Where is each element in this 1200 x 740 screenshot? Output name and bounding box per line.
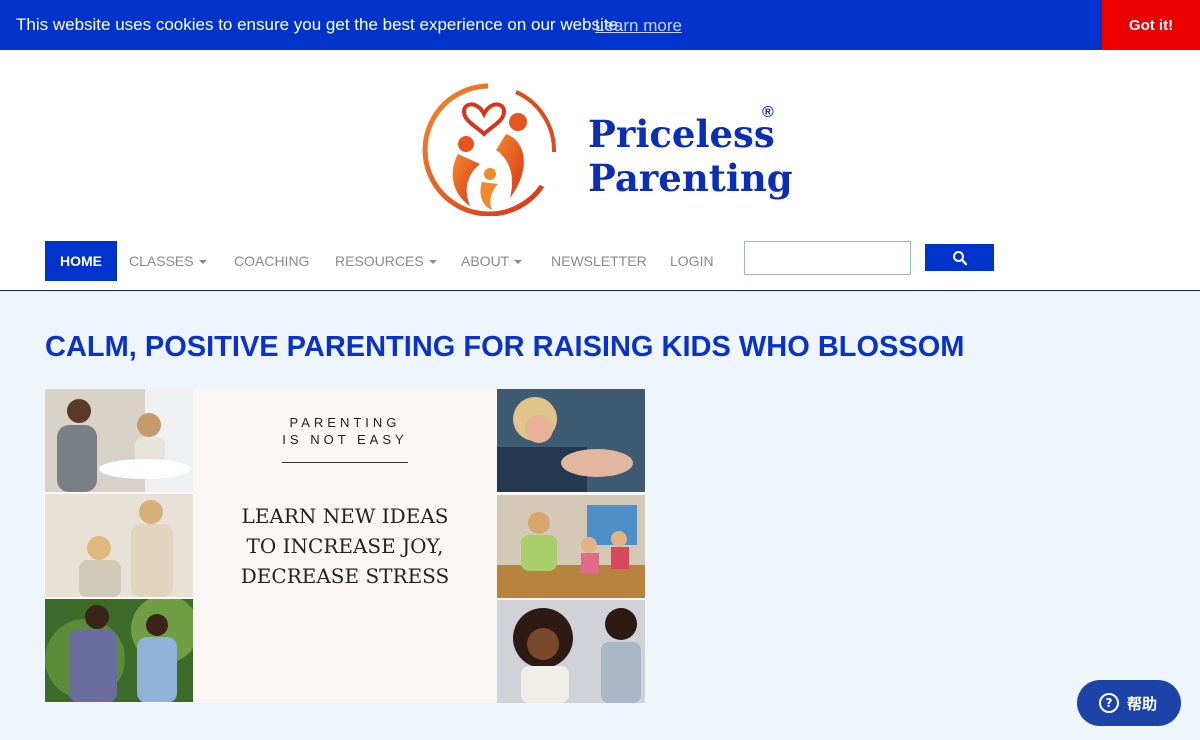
nav-resources-label: RESOURCES bbox=[335, 253, 424, 269]
nav-coaching[interactable]: COACHING bbox=[234, 241, 309, 281]
nav-login-label: LOGIN bbox=[670, 253, 714, 269]
caret-down-icon bbox=[514, 260, 523, 265]
logo-line-2: Parenting bbox=[588, 156, 793, 200]
photo-crying-child bbox=[497, 389, 645, 492]
nav-newsletter-label: NEWSLETTER bbox=[551, 253, 647, 269]
caret-down-icon bbox=[198, 260, 207, 265]
search-button[interactable] bbox=[925, 244, 994, 271]
main-content: CALM, POSITIVE PARENTING FOR RAISING KID… bbox=[0, 291, 1200, 740]
main-navigation: HOME CLASSES COACHING RESOURCES ABOUT NE… bbox=[0, 236, 1200, 291]
nav-home[interactable]: HOME bbox=[45, 241, 117, 281]
photo-mother-scolding-girl bbox=[45, 494, 193, 597]
logo-wordmark: Priceless Parenting bbox=[588, 112, 793, 200]
search-icon bbox=[952, 250, 967, 265]
accept-cookies-button[interactable]: Got it! bbox=[1102, 0, 1200, 50]
registered-mark: ® bbox=[762, 104, 774, 121]
nav-newsletter[interactable]: NEWSLETTER bbox=[551, 241, 647, 281]
caret-down-icon bbox=[428, 260, 437, 265]
banner-kicker-line-2: IS NOT EASY bbox=[282, 432, 408, 447]
cookie-message: This website uses cookies to ensure you … bbox=[16, 15, 623, 34]
nav-home-label: HOME bbox=[60, 253, 102, 269]
banner-text-panel: PARENTING IS NOT EASY LEARN NEW IDEAS TO… bbox=[193, 389, 497, 703]
help-button[interactable]: ? 帮助 bbox=[1077, 680, 1181, 726]
nav-classes-label: CLASSES bbox=[129, 253, 194, 269]
banner-tagline-line-2: TO INCREASE JOY, bbox=[246, 534, 444, 558]
banner-tagline-line-1: LEARN NEW IDEAS bbox=[241, 504, 449, 528]
help-label: 帮助 bbox=[1127, 695, 1158, 713]
photo-father-and-son bbox=[45, 599, 193, 702]
help-question-icon: ? bbox=[1099, 693, 1119, 713]
search-input[interactable] bbox=[744, 241, 911, 275]
nav-login[interactable]: LOGIN bbox=[670, 241, 714, 281]
hero-banner-image: PARENTING IS NOT EASY LEARN NEW IDEAS TO… bbox=[45, 389, 645, 703]
banner-divider bbox=[282, 462, 408, 463]
nav-about-label: ABOUT bbox=[461, 253, 510, 269]
banner-tagline-line-3: DECREASE STRESS bbox=[240, 564, 450, 588]
family-heart-icon bbox=[422, 83, 557, 216]
nav-classes[interactable]: CLASSES bbox=[129, 241, 207, 281]
nav-coaching-label: COACHING bbox=[234, 253, 310, 269]
page-headline: CALM, POSITIVE PARENTING FOR RAISING KID… bbox=[45, 331, 965, 363]
nav-resources[interactable]: RESOURCES bbox=[335, 241, 437, 281]
banner-kicker-line-1: PARENTING bbox=[289, 415, 401, 430]
cookie-banner: This website uses cookies to ensure you … bbox=[0, 0, 1200, 50]
learn-more-link[interactable]: Learn more bbox=[595, 16, 682, 36]
photo-stressed-mother-kids-playing bbox=[497, 495, 645, 598]
photo-mother-feeding-baby bbox=[45, 389, 193, 492]
photo-upset-teen-girl bbox=[497, 600, 645, 703]
site-logo[interactable]: Priceless Parenting ® bbox=[418, 82, 793, 218]
nav-about[interactable]: ABOUT bbox=[461, 241, 523, 281]
